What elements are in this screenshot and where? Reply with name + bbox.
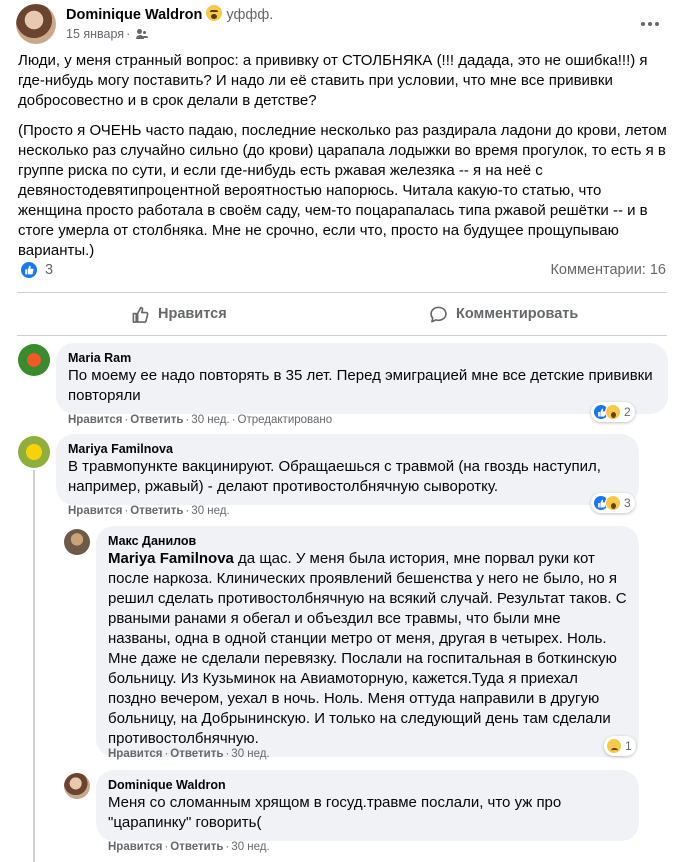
like-button-label: Нравится: [158, 306, 227, 322]
comment-reactions[interactable]: 1: [604, 736, 636, 756]
comment-bubble: Maria Ram По моему ее надо повторять в 3…: [56, 343, 668, 414]
divider: [17, 292, 667, 293]
thumbs-up-icon: [132, 306, 149, 323]
post-feeling: уффф.: [226, 7, 274, 23]
comment-meta: Нравится · Ответить · 30 нед. · Отредактирован…: [68, 414, 333, 426]
reaction-count[interactable]: 3: [45, 262, 53, 278]
reply-bubble: Dominique Waldron Меня со сломанным хрящ…: [96, 770, 639, 841]
reply-bubble: Макс Данилов Mariya Familnova да щас. У …: [96, 526, 639, 757]
comment-meta: Нравится · Ответить · 30 нед.: [108, 748, 270, 760]
comment-text: В травмопункте вакцинируют. Обращаешься …: [68, 458, 601, 495]
post-author[interactable]: Dominique Waldron уффф.: [66, 5, 273, 23]
author-avatar[interactable]: [16, 4, 56, 44]
post-date[interactable]: 15 января ·: [66, 27, 148, 41]
comment-reaction-count: 3: [624, 496, 631, 510]
comment-text: Mariya Familnova да щас. У меня была ист…: [108, 549, 627, 749]
comment-author[interactable]: Dominique Waldron: [108, 777, 627, 793]
like-button[interactable]: Нравится: [131, 297, 227, 331]
comment-text-body: да щас. У меня была история, мне порвал …: [108, 550, 627, 747]
post-paragraph-1: Люди, у меня странный вопрос: а прививку…: [18, 52, 648, 109]
more-dot-icon: [655, 22, 659, 26]
comment-reaction-count: 2: [624, 405, 631, 419]
comment-time[interactable]: 30 нед.: [191, 414, 229, 426]
comment-text: По моему ее надо повторять в 35 лет. Пер…: [68, 367, 653, 404]
comment-reply-link[interactable]: Ответить: [130, 414, 183, 426]
comment-reply-link[interactable]: Ответить: [170, 748, 223, 760]
comment-time[interactable]: 30 нед.: [191, 505, 229, 517]
comment-avatar[interactable]: [64, 773, 90, 799]
comment-like-link[interactable]: Нравится: [68, 414, 122, 426]
comment-reply-link[interactable]: Ответить: [130, 505, 183, 517]
feeling-emoji-icon: [206, 5, 223, 21]
comment-avatar[interactable]: [18, 436, 50, 468]
sad-reaction-icon: [606, 738, 622, 754]
divider: [17, 335, 667, 336]
comment-reaction-count: 1: [625, 739, 632, 753]
comment-icon: [430, 306, 447, 323]
comment-button-label: Комментировать: [456, 306, 579, 322]
more-dot-icon: [641, 22, 645, 26]
comment-time[interactable]: 30 нед.: [231, 841, 269, 853]
post-paragraph-2: (Просто я ОЧЕНЬ часто падаю, последние н…: [18, 122, 667, 259]
comment-like-link[interactable]: Нравится: [108, 748, 162, 760]
post-options-button[interactable]: [638, 12, 662, 36]
comments-count-link[interactable]: Комментарии: 16: [550, 262, 666, 278]
friends-audience-icon[interactable]: [136, 29, 148, 39]
post-date-text[interactable]: 15 января: [66, 27, 124, 41]
comment-like-link[interactable]: Нравится: [108, 841, 162, 853]
comment-button[interactable]: Комментировать: [429, 297, 578, 331]
comment-author[interactable]: Mariya Familnova: [68, 441, 627, 457]
comment-reply-link[interactable]: Ответить: [170, 841, 223, 853]
comment-reactions[interactable]: 2: [591, 402, 635, 422]
comment-like-link[interactable]: Нравится: [68, 505, 122, 517]
comment-avatar[interactable]: [64, 529, 90, 555]
mention-link[interactable]: Mariya Familnova: [108, 550, 234, 567]
comment-text: Меня со сломанным хрящом в госуд.травме …: [108, 794, 562, 831]
comment-bubble: Mariya Familnova В травмопункте вакцинир…: [56, 434, 639, 505]
comment-reactions[interactable]: 3: [591, 493, 635, 513]
like-reaction-icon[interactable]: [20, 261, 38, 279]
comment-edited: Отредактировано: [237, 414, 333, 426]
wow-reaction-icon: [605, 404, 621, 420]
more-dot-icon: [648, 22, 652, 26]
comment-author[interactable]: Макс Данилов: [108, 533, 627, 549]
post-author-name[interactable]: Dominique Waldron: [66, 7, 202, 23]
comment-author[interactable]: Maria Ram: [68, 350, 656, 366]
comment-time[interactable]: 30 нед.: [231, 748, 269, 760]
wow-reaction-icon: [605, 495, 621, 511]
comment-avatar[interactable]: [18, 344, 50, 376]
comment-meta: Нравится · Ответить · 30 нед.: [68, 505, 230, 517]
comment-meta: Нравится · Ответить · 30 нед.: [108, 841, 270, 853]
thread-line: [33, 470, 35, 862]
